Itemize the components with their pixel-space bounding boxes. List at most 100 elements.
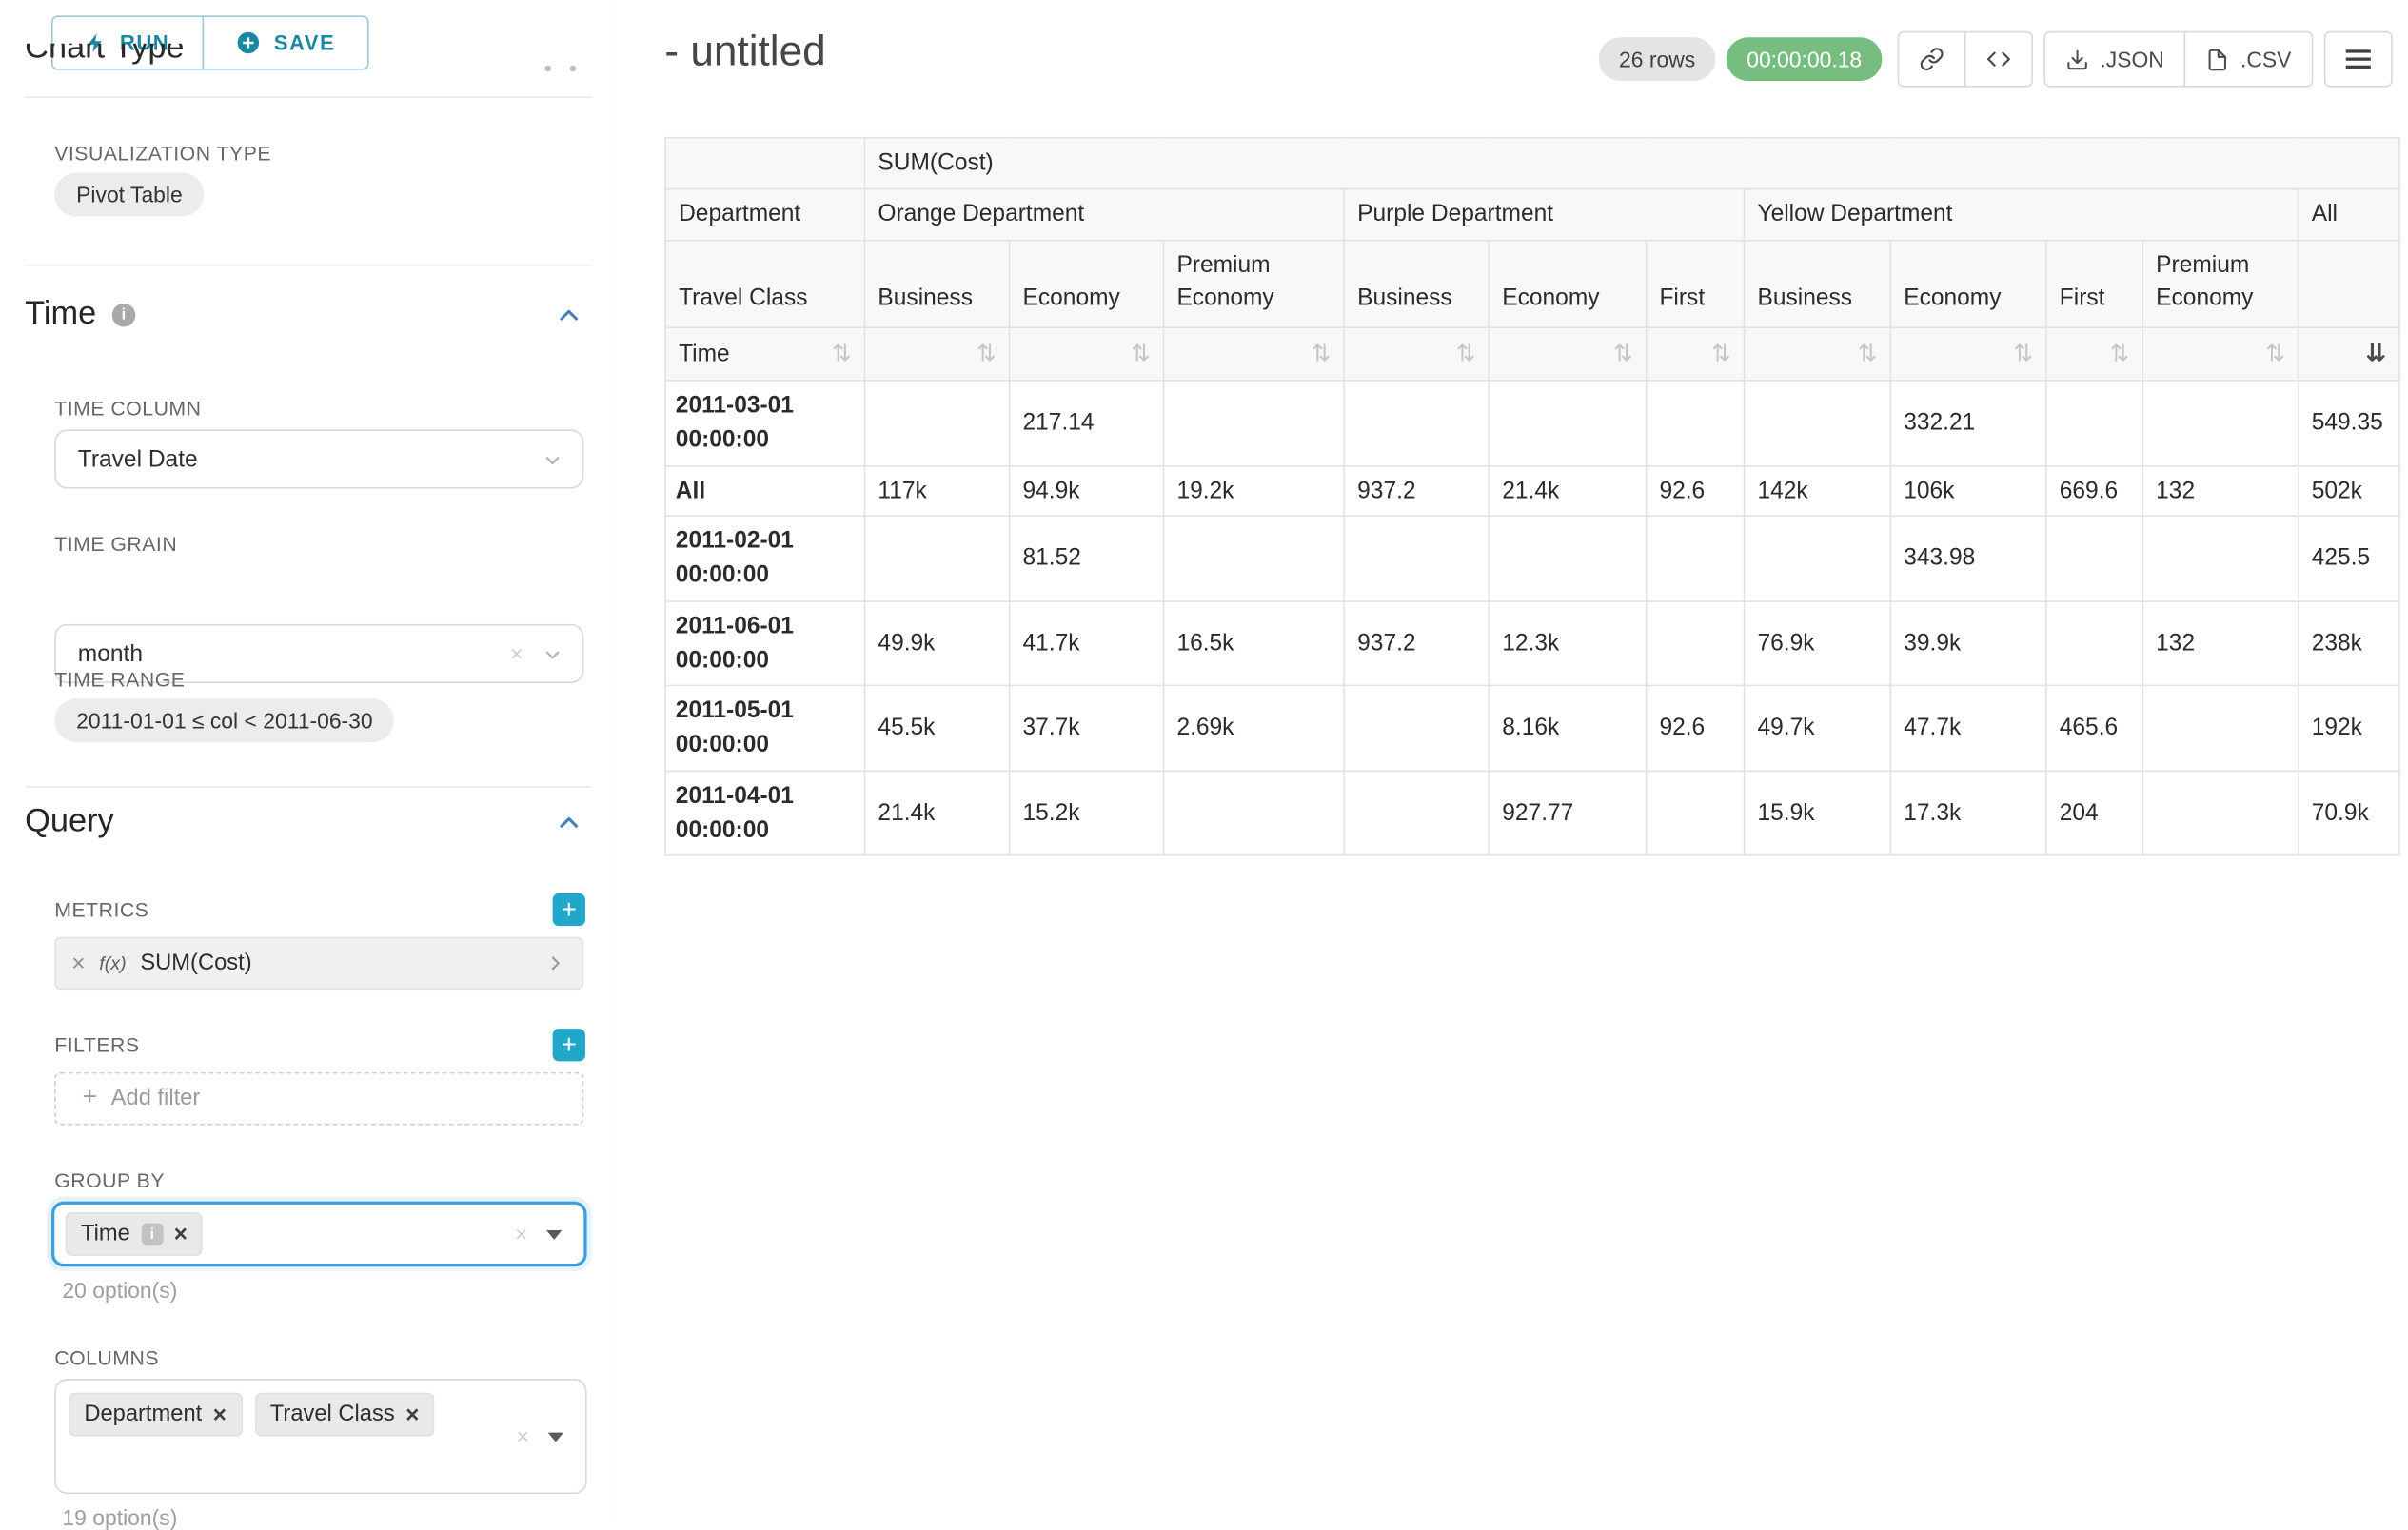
metric-value: SUM(Cost) [140,951,251,975]
visualization-type-value[interactable]: Pivot Table [54,173,204,217]
info-icon[interactable] [141,1224,163,1246]
pivot-value-cell: 204 [2046,771,2142,855]
clear-icon[interactable] [517,1425,529,1447]
pivot-value-cell: 106k [1890,465,2046,517]
chart-title[interactable]: - untitled [664,28,825,76]
pivot-value-cell: 669.6 [2046,465,2142,517]
pivot-value-cell: 37.7k [1010,686,1164,771]
sort-icon[interactable]: ⇅ [2265,341,2285,367]
sort-desc-icon[interactable]: ⇊ [2365,341,2386,367]
sort-cell[interactable]: ⇅ [1489,327,1646,381]
pivot-metric-row: SUM(Cost) [665,138,2399,189]
info-icon[interactable] [112,303,136,326]
time-range-value[interactable]: 2011-01-01 ≤ col < 2011-06-30 [54,698,394,742]
pivot-table: SUM(Cost)DepartmentOrange DepartmentPurp… [664,137,2400,856]
pivot-value-cell [2046,601,2142,686]
pivot-value-cell: 2.69k [1164,686,1345,771]
sort-cell[interactable]: ⇅ [1745,327,1891,381]
group-by-pill[interactable]: Time [66,1212,204,1256]
sort-icon[interactable]: ⇅ [2110,341,2130,367]
columns-label: COLUMNS [54,1346,159,1370]
time-grain-value: month [78,640,143,667]
pivot-column-header: Economy [1010,240,1164,327]
sort-icon[interactable]: ⇅ [1613,341,1633,367]
pivot-value-cell [2046,381,2142,465]
clear-icon[interactable] [515,1224,527,1246]
caret-down-icon[interactable] [546,1230,562,1240]
group-by-pill-label: Time [81,1222,130,1246]
clear-icon[interactable] [510,642,523,664]
add-metric-button[interactable] [553,893,585,926]
pivot-value-cell: 92.6 [1647,465,1745,517]
remove-metric-icon[interactable] [71,951,85,975]
pivot-value-cell: 465.6 [2046,686,2142,771]
chevron-right-icon [544,952,566,974]
remove-pill-icon[interactable] [174,1223,188,1246]
pivot-value-cell: 15.9k [1745,771,1891,855]
pivot-value-cell [865,517,1010,601]
embed-code-button[interactable] [1964,31,2033,88]
pivot-travel-class-axis-label: Travel Class [665,240,864,327]
pivot-column-group-header: Yellow Department [1745,188,2299,240]
columns-pill[interactable]: Department [69,1393,242,1437]
pivot-value-cell: 937.2 [1344,601,1489,686]
collapse-section-button[interactable] [554,807,583,836]
copy-link-button[interactable] [1898,31,1966,88]
pivot-value-cell: 343.98 [1890,517,2046,601]
sort-cell[interactable]: ⇅ [865,327,1010,381]
remove-pill-icon[interactable] [213,1402,227,1426]
sort-icon[interactable]: ⇅ [1312,341,1332,367]
group-by-label: GROUP BY [54,1168,165,1192]
pivot-time-axis-label[interactable]: ⇅Time [665,327,864,381]
menu-button[interactable] [2324,31,2393,88]
export-csv-button[interactable]: .CSV [2184,31,2313,88]
sort-cell[interactable]: ⇅ [1164,327,1345,381]
pivot-column-header: Economy [1890,240,2046,327]
caret-down-icon[interactable] [548,1433,563,1442]
time-range-label: TIME RANGE [54,668,185,692]
sort-icon[interactable]: ⇅ [977,341,997,367]
plus-icon [83,1087,97,1111]
pivot-value-cell [1745,381,1891,465]
pivot-value-cell: 21.4k [1489,465,1646,517]
json-button-label: .JSON [2100,47,2163,71]
export-json-button[interactable]: .JSON [2044,31,2186,88]
pivot-column-header: Premium Economy [1164,240,1345,327]
sort-cell[interactable]: ⇅ [1344,327,1489,381]
sort-cell[interactable]: ⇅ [1010,327,1164,381]
pivot-value-cell: 8.16k [1489,686,1646,771]
chevron-down-icon [542,644,563,672]
sort-cell[interactable]: ⇅ [1647,327,1745,381]
sort-cell[interactable]: ⇅ [1890,327,2046,381]
group-by-select[interactable]: Time [51,1202,587,1267]
columns-select[interactable]: Department Travel Class [54,1379,586,1494]
sort-icon[interactable]: ⇅ [2013,341,2033,367]
add-filter-button[interactable]: Add filter [54,1072,583,1126]
remove-pill-icon[interactable] [405,1402,419,1426]
sort-cell[interactable]: ⇅ [2046,327,2142,381]
pivot-value-cell: 45.5k [865,686,1010,771]
pivot-value-cell: 217.14 [1010,381,1164,465]
metric-control[interactable]: f(x) SUM(Cost) [54,937,583,991]
pivot-column-header: Business [1745,240,1891,327]
pivot-row: All117k94.9k19.2k937.221.4k92.6142k106k6… [665,465,2399,517]
sort-icon[interactable]: ⇅ [1858,341,1878,367]
pivot-row-label: 2011-06-01 00:00:00 [665,601,864,686]
pivot-table-container: SUM(Cost)DepartmentOrange DepartmentPurp… [664,137,2400,856]
pivot-value-cell [1164,381,1345,465]
add-filter-plus-button[interactable] [553,1029,585,1061]
chevron-down-icon [542,450,563,478]
sort-icon[interactable]: ⇅ [1456,341,1476,367]
collapse-section-button[interactable] [554,300,583,329]
pivot-value-cell: 238k [2299,601,2399,686]
sort-icon[interactable]: ⇅ [832,337,852,371]
sort-cell[interactable]: ⇅ [2142,327,2299,381]
sort-cell-sorted[interactable]: ⇊ [2299,327,2399,381]
columns-pill[interactable]: Travel Class [254,1393,434,1437]
pivot-department-row: DepartmentOrange DepartmentPurple Depart… [665,188,2399,240]
pivot-row-label: 2011-02-01 00:00:00 [665,517,864,601]
time-column-select[interactable]: Travel Date [54,429,583,488]
sort-icon[interactable]: ⇅ [1131,341,1151,367]
pivot-value-cell: 937.2 [1344,465,1489,517]
sort-icon[interactable]: ⇅ [1711,341,1731,367]
